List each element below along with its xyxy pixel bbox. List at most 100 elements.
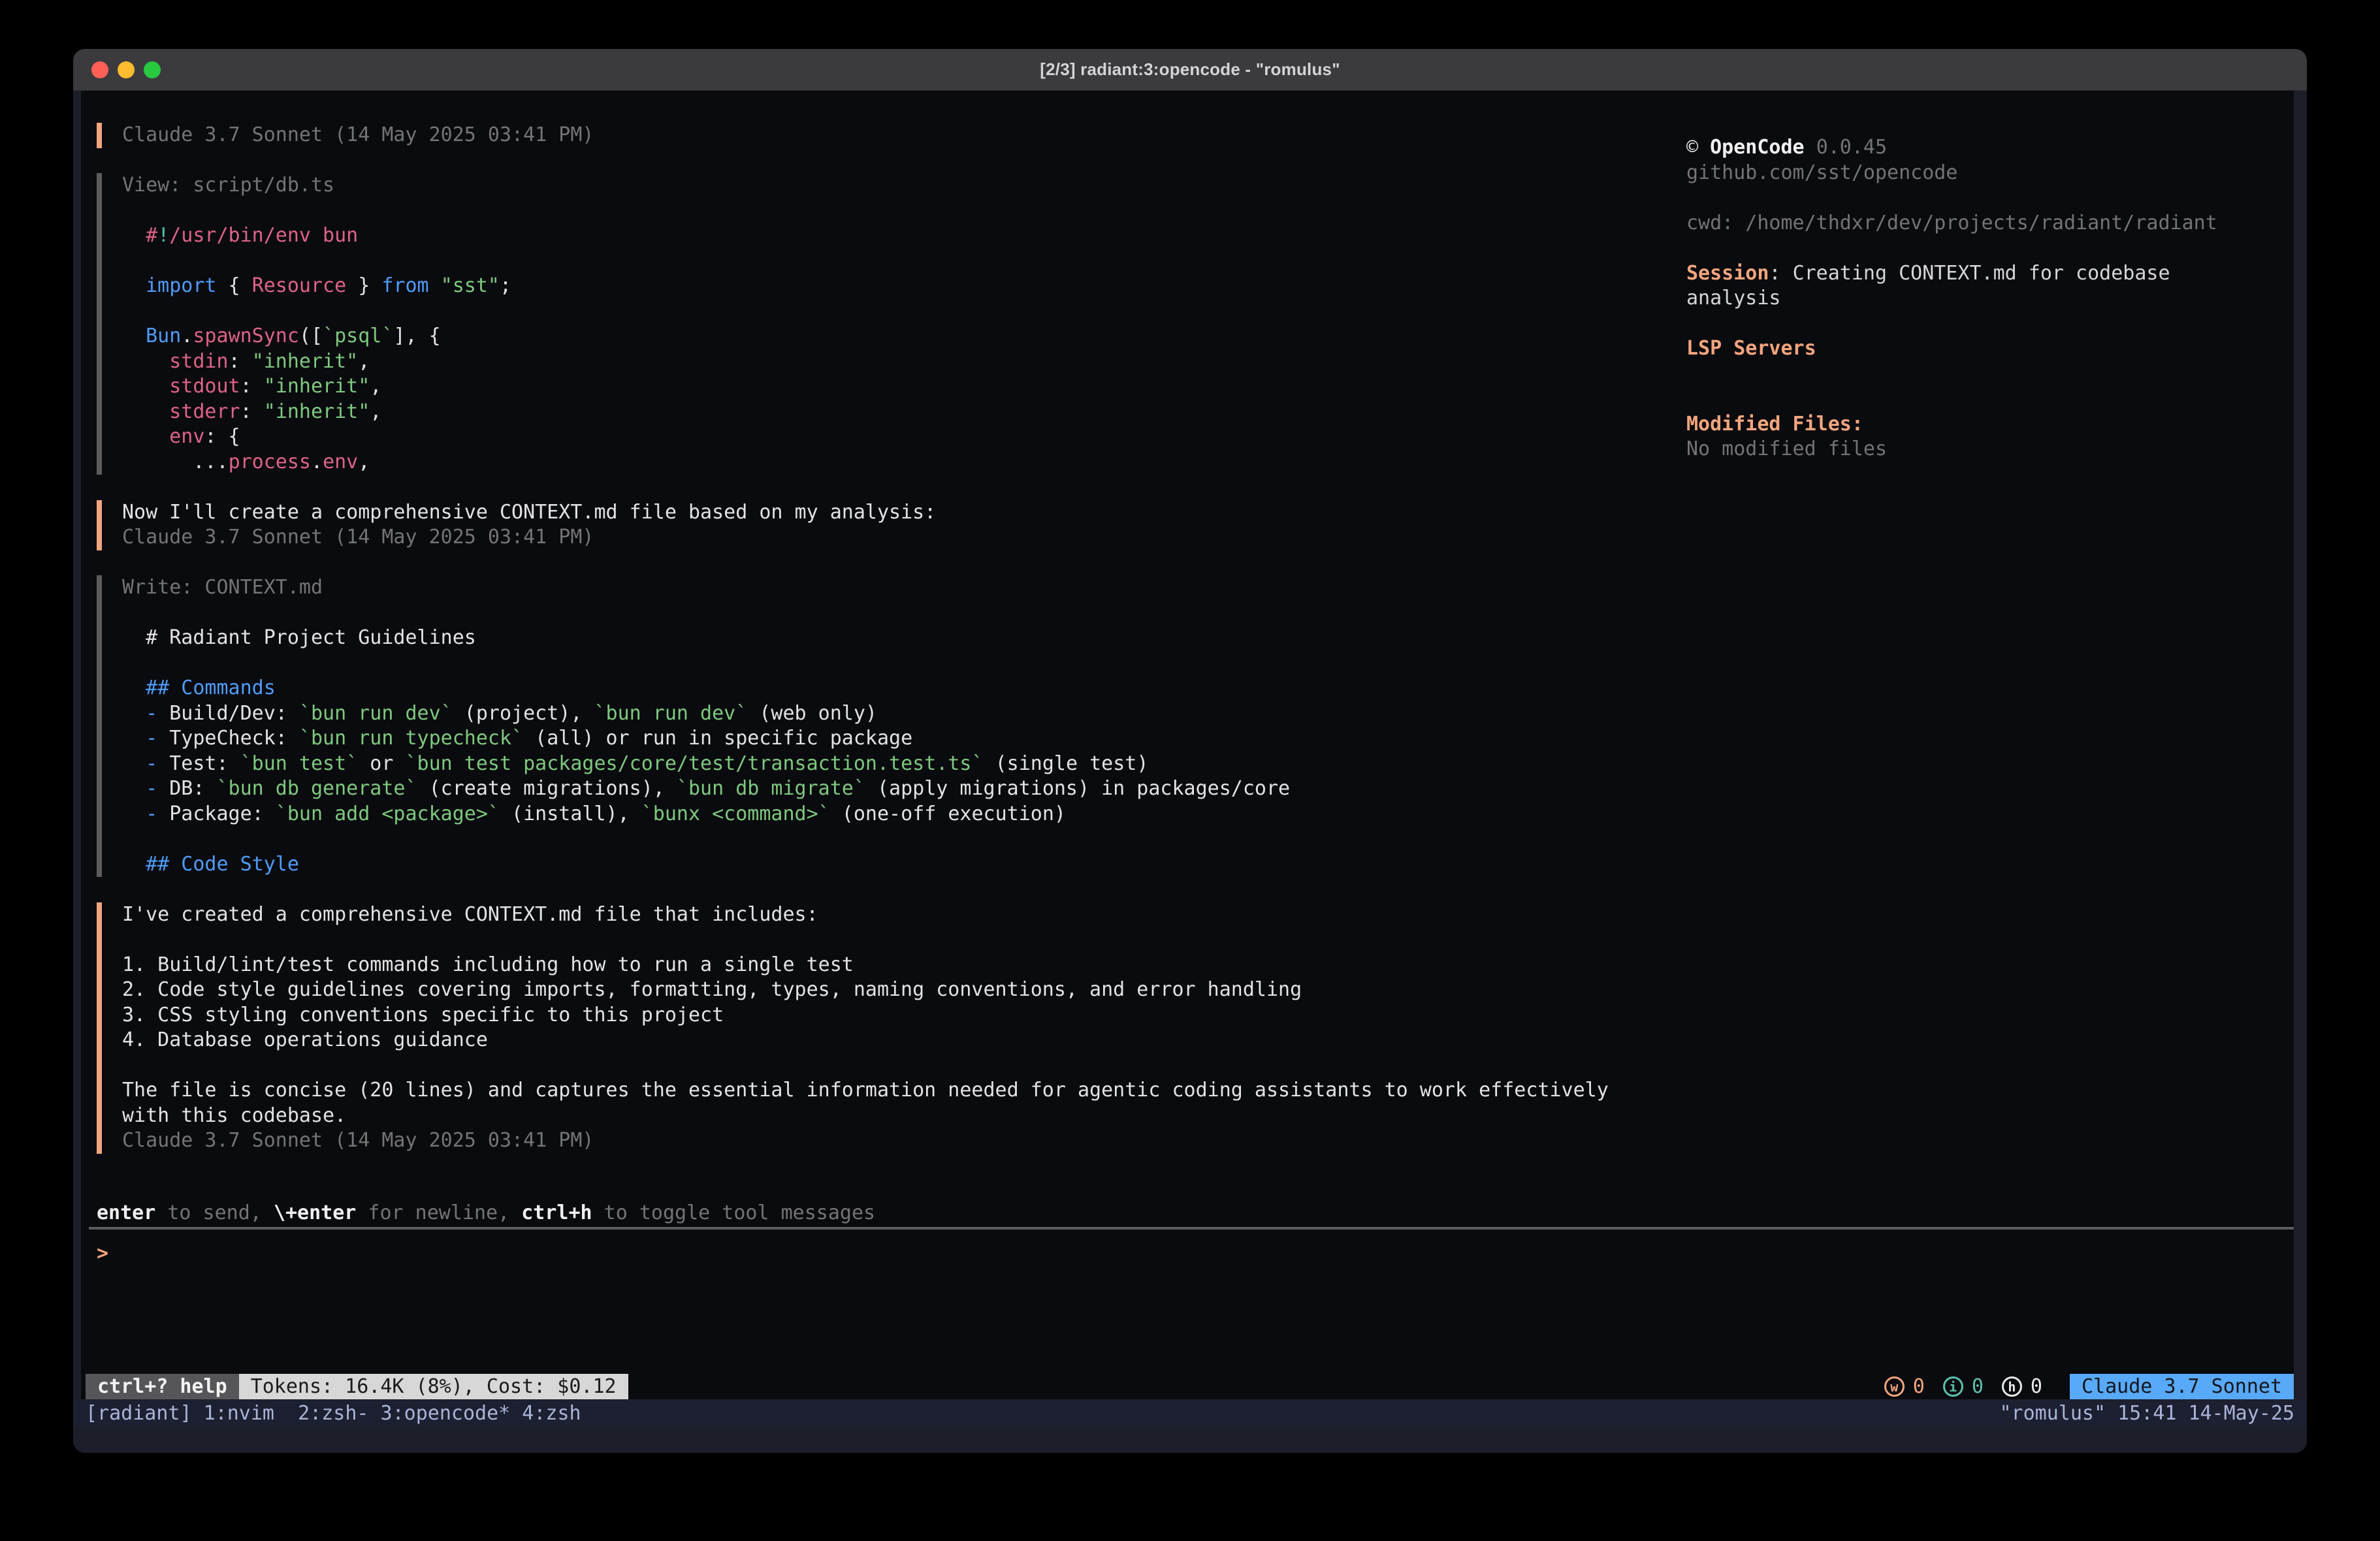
status-spacer xyxy=(628,1374,1884,1399)
text-line: - Package: `bun add <package>` (install)… xyxy=(122,802,1664,827)
text-segment: 2. Code style guidelines covering import… xyxy=(122,978,1302,1001)
text-segment: Test: xyxy=(157,752,240,775)
text-segment: Claude 3.7 Sonnet (14 May 2025 03:41 PM) xyxy=(122,1129,594,1152)
text-segment: to toggle tool messages xyxy=(592,1201,875,1224)
zoom-window-button[interactable] xyxy=(144,61,161,78)
text-segment: : xyxy=(1769,262,1792,285)
window-titlebar[interactable]: [2/3] radiant:3:opencode - "romulus" xyxy=(73,49,2307,91)
text-segment: to send, xyxy=(155,1201,274,1224)
text-line xyxy=(1686,185,2294,211)
text-segment xyxy=(429,274,441,297)
text-segment: "inherit" xyxy=(252,350,359,373)
minimize-window-button[interactable] xyxy=(118,61,135,78)
tool-view-db-ts: View: script/db.ts #!/usr/bin/env bun im… xyxy=(97,173,1664,475)
text-line xyxy=(122,827,1664,852)
text-line: - Build/Dev: `bun run dev` (project), `b… xyxy=(122,701,1664,727)
text-segment: - xyxy=(146,777,157,800)
text-segment: "inherit" xyxy=(264,375,370,398)
text-segment: `bun run dev` xyxy=(299,702,453,725)
help-shortcut-badge[interactable]: ctrl+? help xyxy=(86,1374,239,1399)
close-window-button[interactable] xyxy=(91,61,108,78)
text-segment: : xyxy=(229,350,252,373)
text-line: env: { xyxy=(122,424,1664,450)
text-segment: stdout xyxy=(169,375,240,398)
text-line: stdout: "inherit", xyxy=(122,374,1664,400)
text-line xyxy=(122,651,1664,676)
text-segment: (project), xyxy=(453,702,594,725)
text-segment: github.com/sst/opencode xyxy=(1686,161,1957,184)
text-line: # Radiant Project Guidelines xyxy=(122,626,1664,651)
text-segment: Package: xyxy=(157,802,276,825)
text-segment: (create migrations), xyxy=(417,777,677,800)
text-segment: ## Code Style xyxy=(146,853,299,876)
diagnostic-count: 0 xyxy=(2031,1375,2042,1398)
text-line: #!/usr/bin/env bun xyxy=(122,223,1664,249)
text-segment: TypeCheck: xyxy=(157,727,299,750)
text-segment: 1. Build/lint/test commands including ho… xyxy=(122,953,854,976)
text-line: ...process.env, xyxy=(122,450,1664,475)
terminal-window: [2/3] radiant:3:opencode - "romulus" Cla… xyxy=(73,49,2307,1453)
text-segment xyxy=(122,853,146,876)
text-segment: or xyxy=(358,752,405,775)
message-header-claude: Claude 3.7 Sonnet (14 May 2025 03:41 PM) xyxy=(97,123,1664,148)
lsp-i-count: i0 xyxy=(1943,1375,1984,1398)
tool-write-context-md: Write: CONTEXT.md # Radiant Project Guid… xyxy=(97,575,1664,877)
text-segment: : { xyxy=(204,425,240,448)
text-segment: for newline, xyxy=(356,1201,521,1224)
text-segment xyxy=(122,425,169,448)
text-segment: . xyxy=(311,451,323,473)
text-segment: enter xyxy=(97,1201,155,1224)
text-segment xyxy=(122,752,146,775)
text-line: 2. Code style guidelines covering import… xyxy=(122,977,1664,1003)
text-line: Claude 3.7 Sonnet (14 May 2025 03:41 PM) xyxy=(122,525,1664,550)
message-now-create-context: Now I'll create a comprehensive CONTEXT.… xyxy=(97,500,1664,550)
text-line xyxy=(1686,362,2294,387)
text-segment: View: script/db.ts xyxy=(122,174,334,197)
text-segment: © xyxy=(1686,136,1710,159)
text-line: 4. Database operations guidance xyxy=(122,1028,1664,1053)
text-line: - DB: `bun db generate` (create migratio… xyxy=(122,776,1664,802)
text-segment: ; xyxy=(500,274,511,297)
text-line: View: script/db.ts xyxy=(122,173,1664,199)
text-segment: ], { xyxy=(393,325,440,347)
lsp-w-count: w0 xyxy=(1884,1375,1925,1398)
lsp-diagnostics: w0 i0 h0 xyxy=(1884,1374,2061,1399)
text-segment xyxy=(122,350,169,373)
text-segment xyxy=(122,727,146,750)
text-line: stderr: "inherit", xyxy=(122,400,1664,425)
circled-h-icon: h xyxy=(2002,1376,2022,1397)
text-segment: Write: CONTEXT.md xyxy=(122,576,323,599)
text-segment: 0.0.45 xyxy=(1816,136,1887,159)
text-segment: 4. Database operations guidance xyxy=(122,1028,488,1051)
text-segment xyxy=(122,400,169,423)
text-segment: ! xyxy=(157,224,169,247)
text-segment: from xyxy=(381,274,428,297)
text-line: Write: CONTEXT.md xyxy=(122,575,1664,601)
text-segment: - xyxy=(146,802,157,825)
text-segment: - xyxy=(146,752,157,775)
text-line: analysis xyxy=(1686,286,2294,311)
text-segment: cwd: /home/thdxr/dev/projects/radiant/ra… xyxy=(1686,212,2217,234)
text-segment: "inherit" xyxy=(264,400,370,423)
lsp-h-count: h0 xyxy=(2002,1375,2042,1398)
text-line: - TypeCheck: `bun run typecheck` (all) o… xyxy=(122,726,1664,752)
text-segment xyxy=(122,325,146,347)
text-line xyxy=(122,249,1664,274)
text-segment: (install), xyxy=(500,802,641,825)
prompt-input[interactable]: > xyxy=(97,1241,108,1267)
diagnostic-count: 0 xyxy=(1972,1375,1984,1398)
model-badge[interactable]: Claude 3.7 Sonnet xyxy=(2070,1374,2294,1399)
text-line: © OpenCode 0.0.45 xyxy=(1686,135,2294,161)
prompt-symbol: > xyxy=(97,1242,108,1265)
text-segment: Now I'll create a comprehensive CONTEXT.… xyxy=(122,501,936,524)
text-line: No modified files xyxy=(1686,437,2294,462)
text-line: with this codebase. xyxy=(122,1104,1664,1129)
text-segment: - xyxy=(146,702,157,725)
tmux-session-windows[interactable]: [radiant] 1:nvim 2:zsh- 3:opencode* 4:zs… xyxy=(86,1402,581,1425)
chat-history[interactable]: Claude 3.7 Sonnet (14 May 2025 03:41 PM)… xyxy=(97,123,1664,1179)
text-line xyxy=(1686,311,2294,337)
text-segment: LSP Servers xyxy=(1686,337,1816,360)
text-line xyxy=(122,199,1664,224)
text-segment: , xyxy=(358,350,370,373)
text-segment: - xyxy=(146,727,157,750)
